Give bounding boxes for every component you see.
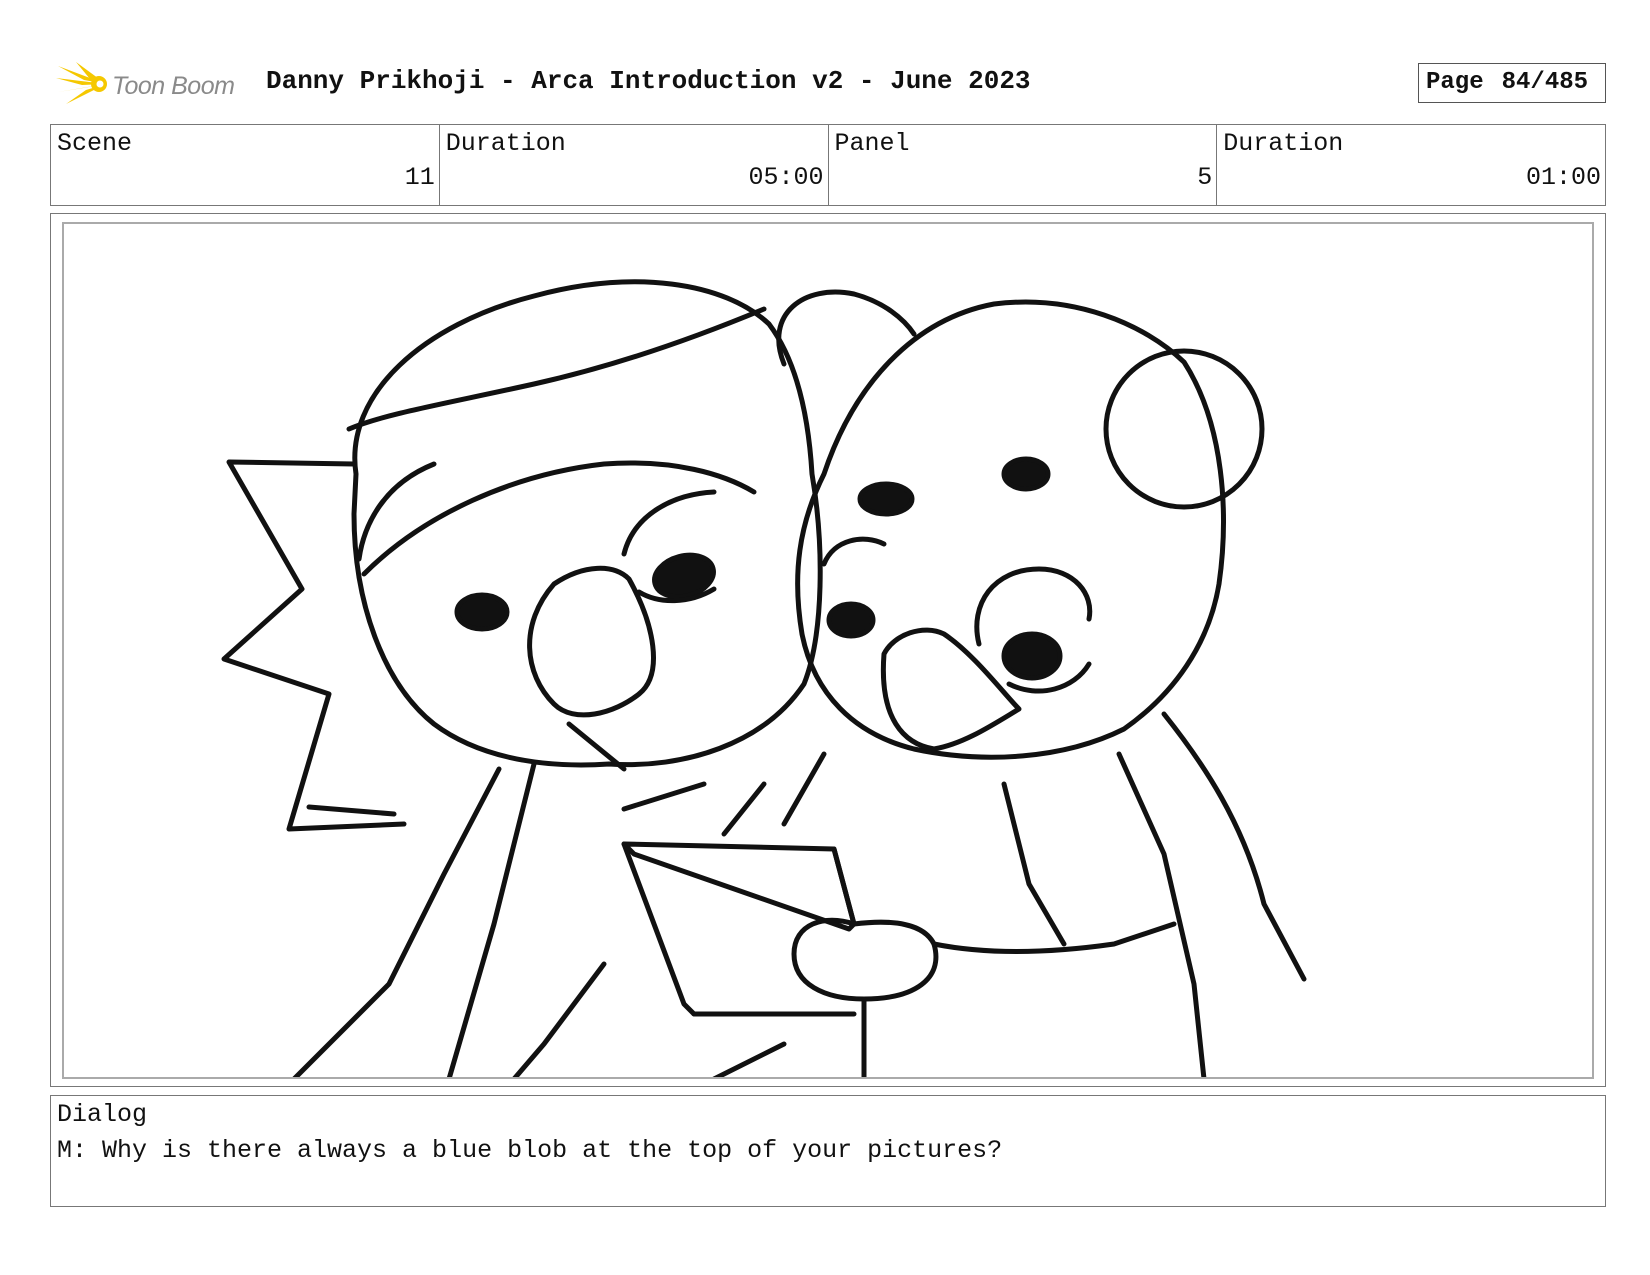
page-number: 84/485	[1501, 69, 1589, 96]
page-header: Toon Boom Danny Prikhoji - Arca Introduc…	[50, 58, 1606, 110]
sketch-bear-eye-right	[1001, 456, 1051, 492]
sketch-girl-eye-left	[454, 592, 510, 632]
sketch-bear-eye-left	[857, 481, 915, 517]
page-indicator: Page 84/485	[1418, 63, 1606, 103]
page-label: Page	[1426, 69, 1484, 96]
dialog-label: Dialog	[57, 1100, 148, 1129]
document-title: Danny Prikhoji - Arca Introduction v2 - …	[266, 66, 1031, 96]
starburst-icon	[56, 62, 107, 104]
panel-label: Panel	[834, 129, 910, 158]
panel-duration-cell: Duration 01:00	[1217, 125, 1605, 205]
panel-value: 5	[1197, 163, 1213, 192]
storyboard-drawing-area	[62, 222, 1594, 1079]
logo-text: Toon Boom	[112, 72, 235, 100]
panel-duration-value: 01:00	[1525, 163, 1601, 192]
scene-cell: Scene 11	[51, 125, 440, 205]
sketch-bear-ear-back	[776, 289, 917, 367]
scene-value: 11	[404, 163, 435, 192]
scene-label: Scene	[57, 129, 133, 158]
sketch-tablet	[621, 841, 857, 932]
sketch-bear-muzzle	[880, 627, 1022, 752]
panel-duration-label: Duration	[1223, 129, 1344, 158]
sketch-bear-head	[795, 299, 1226, 760]
scene-duration-cell: Duration 05:00	[440, 125, 829, 205]
panel-info-table: Scene 11 Duration 05:00 Panel 5 Duration…	[50, 124, 1606, 206]
storyboard-sketch	[221, 279, 1307, 1077]
sketch-bear-hand	[791, 917, 939, 1002]
sketch-girl-beak	[527, 565, 656, 718]
sketch-girl-body	[292, 766, 502, 1077]
dialog-box: Dialog M: Why is there always a blue blo…	[50, 1095, 1606, 1207]
storyboard-frame	[50, 213, 1606, 1087]
sketch-girl-bangs	[346, 306, 767, 432]
toon-boom-logo: Toon Boom	[54, 60, 249, 108]
sketch-bear-ear-front	[1103, 348, 1265, 510]
scene-duration-label: Duration	[445, 129, 566, 158]
sketch-girl-head	[351, 279, 823, 768]
scene-duration-value: 05:00	[748, 163, 824, 192]
dialog-text: M: Why is there always a blue blob at th…	[57, 1136, 1003, 1165]
panel-cell: Panel 5	[829, 125, 1218, 205]
